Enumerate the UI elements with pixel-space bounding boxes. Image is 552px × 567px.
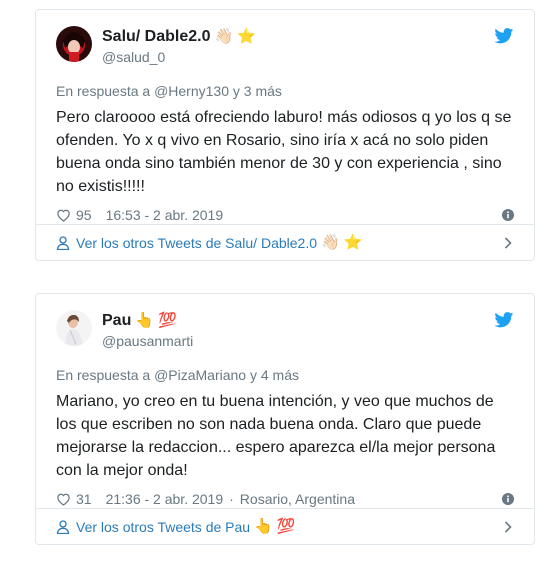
- tweet-meta: 95 16:53 - 2 abr. 2019: [56, 204, 514, 226]
- reply-suffix: y 3 más: [228, 83, 282, 99]
- tweet-header: Pau 👆 💯 @pausanmarti: [56, 310, 514, 354]
- view-more-tweets-link[interactable]: Ver los otros Tweets de Salu/ Dable2.0 👋…: [36, 224, 534, 260]
- reply-prefix: En respuesta a: [56, 367, 155, 383]
- tweet-meta: 31 21:36 - 2 abr. 2019 · Rosario, Argent…: [56, 488, 514, 510]
- reply-prefix: En respuesta a: [56, 83, 155, 99]
- star-emoji: ⭐: [343, 233, 363, 251]
- tweet-timestamp[interactable]: 16:53 - 2 abr. 2019: [106, 207, 224, 223]
- info-icon[interactable]: [502, 209, 514, 221]
- view-more-tweets-link[interactable]: Ver los otros Tweets de Pau 👆 💯: [36, 508, 534, 544]
- footer-label[interactable]: Ver los otros Tweets de Salu/ Dable2.0: [76, 235, 317, 251]
- tweet-card: Salu/ Dable2.0 👋🏻 ⭐ @salud_0 En respuest…: [35, 9, 535, 261]
- info-icon[interactable]: [502, 493, 514, 505]
- tweet-timestamp[interactable]: 21:36 - 2 abr. 2019: [106, 491, 224, 507]
- tweet-text: Pero claroooo está ofreciendo laburo! má…: [56, 109, 512, 195]
- star-emoji: ⭐: [237, 28, 256, 45]
- heart-icon[interactable]: [56, 492, 71, 506]
- twitter-bird-icon[interactable]: [494, 312, 514, 328]
- reply-suffix: y 4 más: [246, 367, 299, 383]
- tweet-header: Salu/ Dable2.0 👋🏻 ⭐ @salud_0: [56, 26, 514, 70]
- tweet-text: Mariano, yo creo en tu buena intención, …: [56, 393, 496, 479]
- display-name[interactable]: Salu/ Dable2.0: [102, 28, 211, 46]
- display-name[interactable]: Pau: [102, 312, 131, 330]
- chevron-right-icon[interactable]: [504, 237, 512, 249]
- chevron-right-icon[interactable]: [504, 521, 512, 533]
- user-handle[interactable]: @pausanmarti: [102, 333, 193, 349]
- heart-icon[interactable]: [56, 208, 71, 222]
- person-icon: [56, 235, 70, 250]
- waving-hand-emoji: 👋🏻: [321, 233, 340, 251]
- like-count[interactable]: 95: [76, 207, 92, 223]
- waving-hand-emoji: 👋🏻: [214, 28, 234, 45]
- reply-to-link[interactable]: @Herny130: [154, 83, 229, 99]
- twitter-bird-icon[interactable]: [494, 28, 514, 44]
- pointing-up-emoji: 👆: [135, 312, 155, 329]
- like-count[interactable]: 31: [76, 491, 92, 507]
- tweet-card: Pau 👆 💯 @pausanmarti En respuesta a @Piz…: [35, 293, 535, 545]
- avatar[interactable]: [56, 26, 92, 62]
- avatar[interactable]: [56, 310, 92, 346]
- tweet-location[interactable]: Rosario, Argentina: [240, 491, 355, 507]
- footer-label[interactable]: Ver los otros Tweets de Pau: [76, 519, 250, 535]
- hundred-points-emoji: 💯: [276, 517, 296, 535]
- reply-context: En respuesta a @PizaMariano y 4 más: [56, 366, 514, 384]
- meta-separator: ·: [229, 491, 234, 507]
- hundred-points-emoji: 💯: [158, 312, 177, 329]
- reply-context: En respuesta a @Herny130 y 3 más: [56, 82, 514, 100]
- user-handle[interactable]: @salud_0: [102, 49, 256, 65]
- reply-to-link[interactable]: @PizaMariano: [154, 367, 246, 383]
- person-icon: [56, 519, 70, 534]
- pointing-up-emoji: 👆: [254, 517, 273, 535]
